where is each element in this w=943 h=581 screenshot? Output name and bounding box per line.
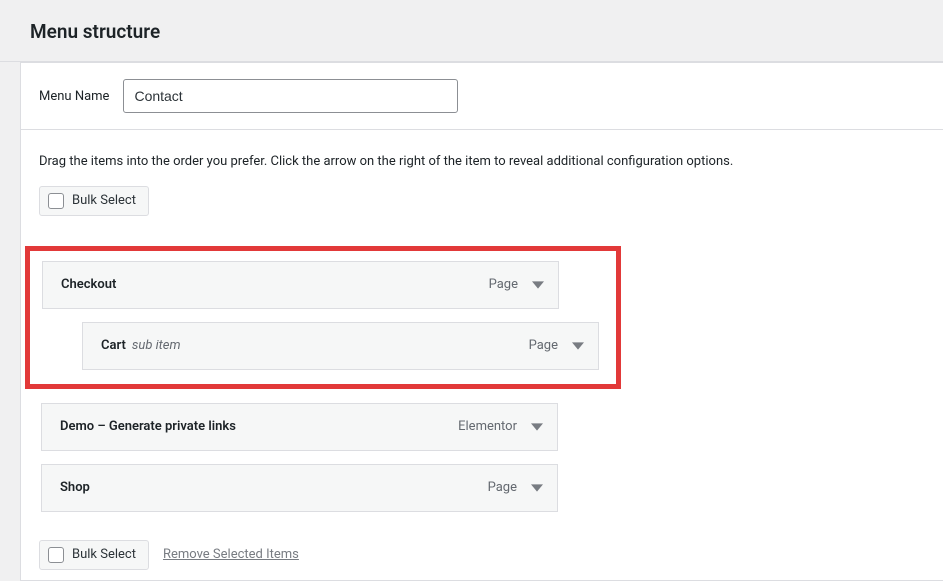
chevron-down-icon[interactable] <box>531 421 543 433</box>
bulk-select-button[interactable]: Bulk Select <box>39 186 149 216</box>
menu-item-cart[interactable]: Cart sub item Page <box>82 322 599 370</box>
menu-item-checkout[interactable]: Checkout Page <box>42 261 559 309</box>
menu-item-title: Checkout <box>61 277 116 292</box>
instructions-text: Drag the items into the order you prefer… <box>21 130 943 172</box>
menu-item-type: Page <box>488 480 517 495</box>
menu-item-type: Page <box>489 277 518 292</box>
highlight-box: Checkout Page Cart sub item Page <box>25 246 621 389</box>
menu-item-shop[interactable]: Shop Page <box>41 464 558 512</box>
menu-name-input[interactable] <box>123 79 458 113</box>
menu-item-title: Shop <box>60 480 90 495</box>
chevron-down-icon[interactable] <box>572 340 584 352</box>
menu-item-left: Checkout <box>61 277 116 292</box>
menu-items-list: Checkout Page Cart sub item Page <box>21 224 943 522</box>
menu-item-left: Shop <box>60 480 90 495</box>
menu-structure-panel: Menu Name Drag the items into the order … <box>20 62 943 581</box>
menu-item-right: Page <box>488 480 543 495</box>
menu-item-type: Elementor <box>458 419 517 434</box>
menu-item-right: Page <box>529 338 584 353</box>
section-header: Menu structure <box>0 0 943 62</box>
menu-name-label: Menu Name <box>39 89 109 104</box>
remove-selected-link[interactable]: Remove Selected Items <box>163 547 299 562</box>
bulk-select-checkbox[interactable] <box>48 193 64 209</box>
bulk-select-button[interactable]: Bulk Select <box>39 540 149 570</box>
bulk-select-row-bottom: Bulk Select Remove Selected Items <box>21 522 943 580</box>
menu-item-subtitle: sub item <box>132 338 181 353</box>
bulk-select-label: Bulk Select <box>72 193 136 208</box>
bulk-select-checkbox[interactable] <box>48 547 64 563</box>
menu-item-type: Page <box>529 338 558 353</box>
menu-name-row: Menu Name <box>21 63 943 130</box>
page-title: Menu structure <box>30 20 943 43</box>
menu-item-demo[interactable]: Demo – Generate private links Elementor <box>41 403 558 451</box>
chevron-down-icon[interactable] <box>532 279 544 291</box>
menu-item-title: Cart <box>101 338 126 353</box>
bulk-select-label: Bulk Select <box>72 547 136 562</box>
menu-item-right: Elementor <box>458 419 543 434</box>
menu-item-left: Demo – Generate private links <box>60 419 236 434</box>
menu-item-right: Page <box>489 277 544 292</box>
bulk-select-row-top: Bulk Select <box>21 172 943 224</box>
menu-item-left: Cart sub item <box>101 338 181 353</box>
chevron-down-icon[interactable] <box>531 482 543 494</box>
menu-item-title: Demo – Generate private links <box>60 419 236 434</box>
